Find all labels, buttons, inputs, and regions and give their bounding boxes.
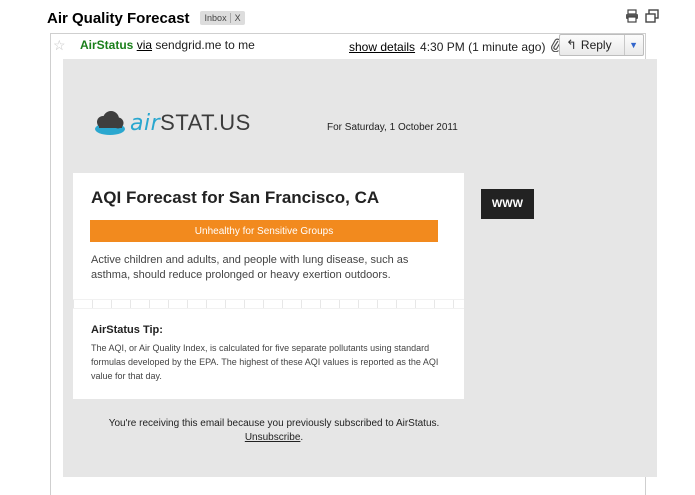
email-body: airSTAT.US For Saturday, 1 October 2011 … <box>63 59 657 477</box>
reply-button-group: ↰ Reply ▼ <box>559 34 644 56</box>
tip-text: The AQI, or Air Quality Index, is calcul… <box>91 343 439 381</box>
recipient-text: to me <box>224 38 255 52</box>
reply-button[interactable]: ↰ Reply <box>560 35 625 55</box>
subscription-notice: You're receiving this email because you … <box>108 418 440 429</box>
logo-air: air <box>130 111 161 136</box>
aqi-category-bar: Unhealthy for Sensitive Groups <box>90 220 438 242</box>
reply-arrow-icon: ↰ <box>566 37 577 52</box>
logo-wordmark: airSTAT.US <box>130 110 251 136</box>
unsubscribe-link[interactable]: Unsubscribe <box>245 432 301 443</box>
airstatus-logo: airSTAT.US <box>93 109 251 137</box>
inbox-label-text: Inbox <box>204 13 227 23</box>
reply-label: Reply <box>580 38 612 52</box>
subject-bar: Air Quality Forecast Inbox X <box>47 8 245 28</box>
cloud-logo-icon <box>95 111 125 135</box>
message-meta: show details 4:30 PM (1 minute ago) <box>349 38 562 55</box>
tip-title: AirStatus Tip: <box>91 324 163 336</box>
email-footer: You're receiving this email because you … <box>63 417 485 445</box>
inbox-label[interactable]: Inbox X <box>199 11 245 25</box>
sender-line: AirStatus via sendgrid.me to me <box>80 38 255 52</box>
logo-stat: STAT.US <box>160 110 251 135</box>
forecast-date: For Saturday, 1 October 2011 <box>327 122 458 133</box>
message-header: ☆ AirStatus via sendgrid.me to me show d… <box>51 34 645 58</box>
footer-period: . <box>300 432 304 443</box>
reply-more-dropdown[interactable]: ▼ <box>625 35 643 55</box>
print-icon[interactable] <box>625 9 639 23</box>
show-details-link[interactable]: show details <box>349 40 415 54</box>
remove-label-button[interactable]: X <box>229 13 245 23</box>
card-title: AQI Forecast for San Francisco, CA <box>91 188 380 207</box>
star-icon[interactable]: ☆ <box>53 37 66 54</box>
top-toolbar <box>625 9 659 23</box>
card-divider <box>73 299 464 309</box>
email-subject: Air Quality Forecast <box>47 9 190 27</box>
aqi-description: Active children and adults, and people w… <box>91 254 409 281</box>
new-window-icon[interactable] <box>645 9 659 23</box>
www-button[interactable]: WWW <box>481 189 534 219</box>
via-domain: sendgrid.me <box>155 38 222 52</box>
message-time: 4:30 PM (1 minute ago) <box>420 39 546 54</box>
sender-name[interactable]: AirStatus <box>80 38 133 52</box>
forecast-card: AQI Forecast for San Francisco, CA Unhea… <box>73 173 464 399</box>
via-link[interactable]: via <box>137 38 152 52</box>
